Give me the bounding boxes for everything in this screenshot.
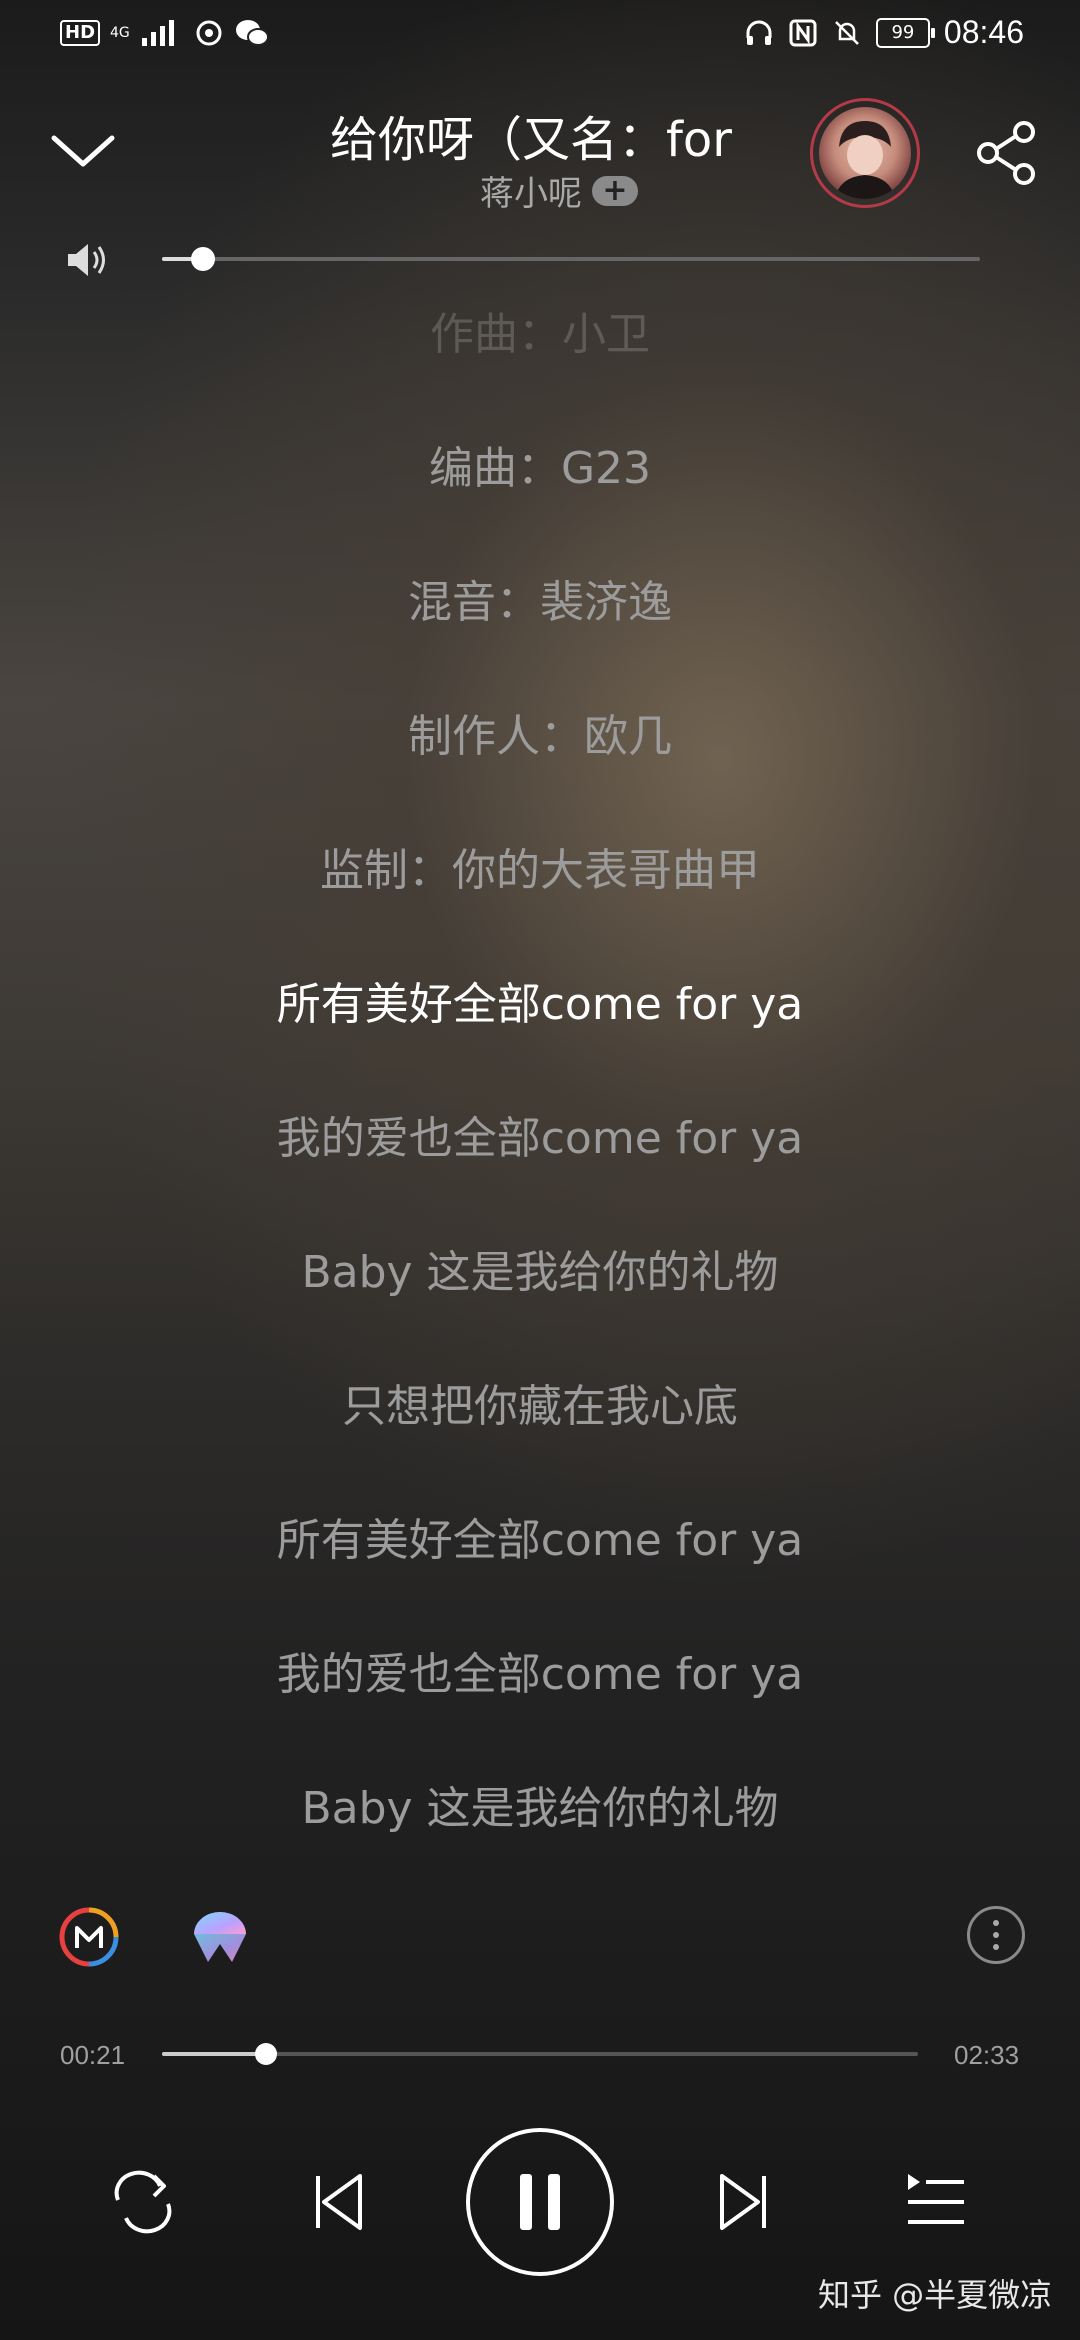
status-bar: HD 4G 99 08:46	[0, 0, 1080, 72]
signal-icon	[141, 20, 174, 46]
planet-icon[interactable]	[186, 1904, 254, 1970]
watermark: 知乎 @半夏微凉	[818, 2276, 1053, 2314]
more-dot	[993, 1932, 999, 1938]
more-dot	[993, 1920, 999, 1926]
volume-slider[interactable]	[162, 247, 980, 271]
status-left: HD 4G	[60, 18, 270, 48]
netease-icon	[196, 20, 222, 46]
wechat-icon	[235, 20, 269, 46]
chevron-down-icon[interactable]	[48, 120, 118, 180]
pause-bar	[548, 2174, 560, 2230]
artist-name[interactable]: 蒋小呢	[480, 166, 582, 215]
more-dot	[993, 1944, 999, 1950]
headphones-icon	[746, 20, 772, 45]
artist-row[interactable]: 蒋小呢 +	[480, 166, 638, 215]
hd-indicator: HD	[60, 20, 101, 46]
speaker-icon[interactable]	[64, 240, 112, 280]
avatar-image	[819, 107, 911, 199]
current-time: 00:21	[60, 2040, 126, 2070]
playback-progress-bar[interactable]	[162, 2043, 918, 2065]
nfc-icon	[789, 19, 817, 46]
lyric-line[interactable]: 只想把你藏在我心底	[0, 1370, 1080, 1434]
volume-knob[interactable]	[190, 247, 215, 271]
lyric-line[interactable]: Baby 这是我给你的礼物	[0, 1772, 1080, 1836]
lyric-line[interactable]: Baby 这是我给你的礼物	[0, 1236, 1080, 1300]
pause-button[interactable]	[466, 2128, 614, 2276]
avatar-portrait	[835, 121, 895, 199]
lyric-line[interactable]: 监制：你的大表哥曲甲	[0, 834, 1080, 898]
previous-track-icon[interactable]	[312, 2170, 366, 2234]
lyric-line[interactable]: 我的爱也全部come for ya	[0, 1102, 1080, 1166]
lyric-line[interactable]: 混音：裴济逸	[0, 566, 1080, 630]
artist-avatar[interactable]	[810, 98, 920, 208]
playlist-icon[interactable]	[904, 2170, 968, 2234]
lyric-line-current[interactable]: 所有美好全部come for ya	[0, 968, 1080, 1032]
mute-bell-icon	[835, 20, 859, 45]
m-logo-icon[interactable]	[58, 1906, 120, 1968]
network-type: 4G	[110, 25, 130, 41]
status-time: 08:46	[943, 14, 1024, 50]
lyric-line[interactable]: 我的爱也全部come for ya	[0, 1638, 1080, 1702]
lyric-line[interactable]: 制作人：欧几	[0, 700, 1080, 764]
progress-knob[interactable]	[254, 2043, 277, 2065]
progress-fill	[162, 2052, 266, 2056]
song-title: 给你呀（又名：for ya）	[330, 112, 740, 168]
repeat-icon[interactable]	[108, 2170, 178, 2234]
share-icon[interactable]	[972, 118, 1042, 188]
pause-bar	[520, 2174, 532, 2230]
more-vertical-icon[interactable]	[967, 1906, 1025, 1964]
lyric-line[interactable]: 作曲：小卫	[0, 298, 1080, 362]
lyric-line[interactable]: 所有美好全部come for ya	[0, 1504, 1080, 1568]
status-right: 99 08:46	[744, 14, 1024, 51]
next-track-icon[interactable]	[716, 2170, 770, 2234]
battery-indicator: 99	[875, 17, 935, 48]
lyric-line[interactable]: 编曲：G23	[0, 432, 1080, 496]
lyrics-panel[interactable]: 作曲：小卫编曲：G23 混音：裴济逸 制作人：欧几 监制：你的大表哥曲甲 所有美好全部c…	[0, 278, 1080, 1898]
total-time: 02:33	[954, 2040, 1020, 2070]
follow-artist-button[interactable]: +	[592, 175, 638, 206]
